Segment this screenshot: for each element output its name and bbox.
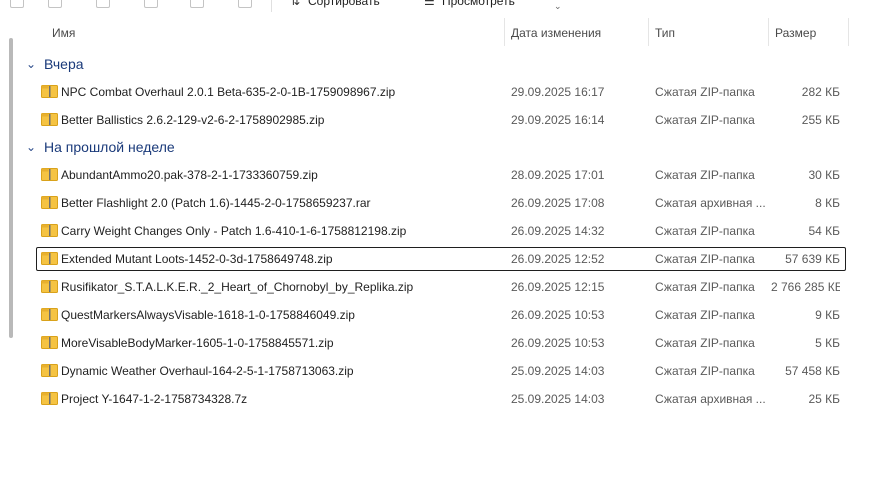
rename-icon[interactable]	[144, 0, 158, 8]
zip-folder-icon	[41, 85, 58, 98]
file-date: 29.09.2025 16:17	[511, 85, 605, 99]
file-type: Сжатая ZIP-папка	[655, 308, 755, 322]
file-type: Сжатая ZIP-папка	[655, 252, 755, 266]
file-size: 57 458 КБ	[785, 364, 840, 378]
file-name: QuestMarkersAlwaysVisable-1618-1-0-17588…	[61, 308, 355, 322]
file-date: 26.09.2025 10:53	[511, 308, 605, 322]
group-label: На прошлой неделе	[44, 139, 175, 155]
file-name: NPC Combat Overhaul 2.0.1 Beta-635-2-0-1…	[61, 85, 396, 99]
share-icon[interactable]	[190, 0, 204, 8]
zip-folder-icon	[41, 308, 58, 321]
file-size: 9 КБ	[815, 308, 840, 322]
file-row[interactable]: QuestMarkersAlwaysVisable-1618-1-0-17588…	[36, 303, 846, 327]
file-type: Сжатая архивная ...	[655, 196, 766, 210]
file-type: Сжатая ZIP-папка	[655, 280, 755, 294]
file-row[interactable]: NPC Combat Overhaul 2.0.1 Beta-635-2-0-1…	[36, 80, 846, 104]
toolbar-divider	[271, 0, 272, 12]
file-size: 57 639 КБ	[785, 252, 840, 266]
file-date: 26.09.2025 12:15	[511, 280, 605, 294]
file-row[interactable]: Better Flashlight 2.0 (Patch 1.6)-1445-2…	[36, 191, 846, 215]
file-date: 25.09.2025 14:03	[511, 364, 605, 378]
file-name: Rusifikator_S.T.A.L.K.E.R._2_Heart_of_Ch…	[61, 280, 414, 294]
file-size: 30 КБ	[808, 168, 840, 182]
copy-icon[interactable]	[48, 0, 62, 8]
file-row[interactable]: Carry Weight Changes Only - Patch 1.6-41…	[36, 219, 846, 243]
file-date: 26.09.2025 10:53	[511, 336, 605, 350]
zip-folder-icon	[41, 224, 58, 237]
file-row-focused[interactable]: Extended Mutant Loots-1452-0-3d-17586497…	[36, 247, 846, 271]
archive-icon	[41, 392, 58, 405]
file-type: Сжатая ZIP-папка	[655, 168, 755, 182]
file-name: Better Ballistics 2.6.2-129-v2-6-2-17589…	[61, 113, 325, 127]
sort-button[interactable]: ⇅ Сортировать	[290, 0, 380, 9]
file-size: 8 КБ	[815, 196, 840, 210]
command-bar: ⇅ Сортировать ☰ Просмотреть	[0, 0, 893, 14]
file-row[interactable]: Rusifikator_S.T.A.L.K.E.R._2_Heart_of_Ch…	[36, 275, 846, 299]
group-header-last-week[interactable]: ⌄ На прошлой неделе	[26, 137, 175, 157]
file-row[interactable]: AbundantAmmo20.pak-378-2-1-1733360759.zi…	[36, 163, 846, 187]
file-type: Сжатая ZIP-папка	[655, 224, 755, 238]
file-size: 255 КБ	[801, 113, 840, 127]
navigation-scrollbar[interactable]	[9, 38, 13, 338]
zip-folder-icon	[41, 280, 58, 293]
file-type: Сжатая ZIP-папка	[655, 336, 755, 350]
view-icon: ☰	[424, 0, 435, 8]
file-date: 29.09.2025 16:14	[511, 113, 605, 127]
archive-icon	[41, 196, 58, 209]
navigation-pane	[0, 0, 18, 495]
sort-button-label: Сортировать	[308, 0, 380, 8]
zip-folder-icon	[41, 364, 58, 377]
column-header-type[interactable]: Тип	[649, 18, 769, 46]
group-label: Вчера	[44, 56, 84, 72]
view-button[interactable]: ☰ Просмотреть	[424, 0, 515, 9]
delete-icon[interactable]	[238, 0, 252, 8]
view-button-label: Просмотреть	[442, 0, 515, 8]
column-header-name[interactable]: Имя	[46, 18, 505, 46]
column-header-size[interactable]: Размер	[769, 18, 849, 46]
file-name: Project Y-1647-1-2-1758734328.7z	[61, 392, 248, 406]
file-type: Сжатая ZIP-папка	[655, 85, 755, 99]
zip-folder-icon	[41, 252, 58, 265]
file-date: 26.09.2025 14:32	[511, 224, 605, 238]
file-size: 5 КБ	[815, 336, 840, 350]
file-row[interactable]: MoreVisableBodyMarker-1605-1-0-175884557…	[36, 331, 846, 355]
sort-descending-icon: ⌄	[554, 1, 562, 11]
sort-icon: ⇅	[290, 0, 301, 8]
file-row[interactable]: Dynamic Weather Overhaul-164-2-5-1-17587…	[36, 359, 846, 383]
file-name: Carry Weight Changes Only - Patch 1.6-41…	[61, 224, 407, 238]
cut-icon[interactable]	[10, 0, 24, 8]
file-name: Dynamic Weather Overhaul-164-2-5-1-17587…	[61, 364, 354, 378]
column-header-date[interactable]: Дата изменения	[505, 18, 649, 46]
file-size: 54 КБ	[808, 224, 840, 238]
file-size: 25 КБ	[808, 392, 840, 406]
file-name: MoreVisableBodyMarker-1605-1-0-175884557…	[61, 336, 334, 350]
zip-folder-icon	[41, 336, 58, 349]
file-row[interactable]: Project Y-1647-1-2-1758734328.7z 25.09.2…	[36, 387, 846, 411]
file-name: AbundantAmmo20.pak-378-2-1-1733360759.zi…	[61, 168, 318, 182]
file-type: Сжатая архивная ...	[655, 392, 766, 406]
file-row[interactable]: Better Ballistics 2.6.2-129-v2-6-2-17589…	[36, 108, 846, 132]
file-date: 25.09.2025 14:03	[511, 392, 605, 406]
file-date: 28.09.2025 17:01	[511, 168, 605, 182]
group-header-yesterday[interactable]: ⌄ Вчера	[26, 54, 84, 74]
file-size: 2 766 285 КБ	[771, 280, 840, 294]
zip-folder-icon	[41, 113, 58, 126]
paste-icon[interactable]	[96, 0, 110, 8]
file-name: Better Flashlight 2.0 (Patch 1.6)-1445-2…	[61, 196, 371, 210]
file-type: Сжатая ZIP-папка	[655, 113, 755, 127]
file-type: Сжатая ZIP-папка	[655, 364, 755, 378]
file-name: Extended Mutant Loots-1452-0-3d-17586497…	[61, 252, 333, 266]
file-size: 282 КБ	[801, 85, 840, 99]
zip-folder-icon	[41, 168, 58, 181]
chevron-down-icon: ⌄	[26, 57, 37, 71]
column-header: Имя Дата изменения Тип Размер	[18, 18, 888, 46]
file-date: 26.09.2025 12:52	[511, 252, 605, 266]
file-date: 26.09.2025 17:08	[511, 196, 605, 210]
chevron-down-icon: ⌄	[26, 140, 37, 154]
